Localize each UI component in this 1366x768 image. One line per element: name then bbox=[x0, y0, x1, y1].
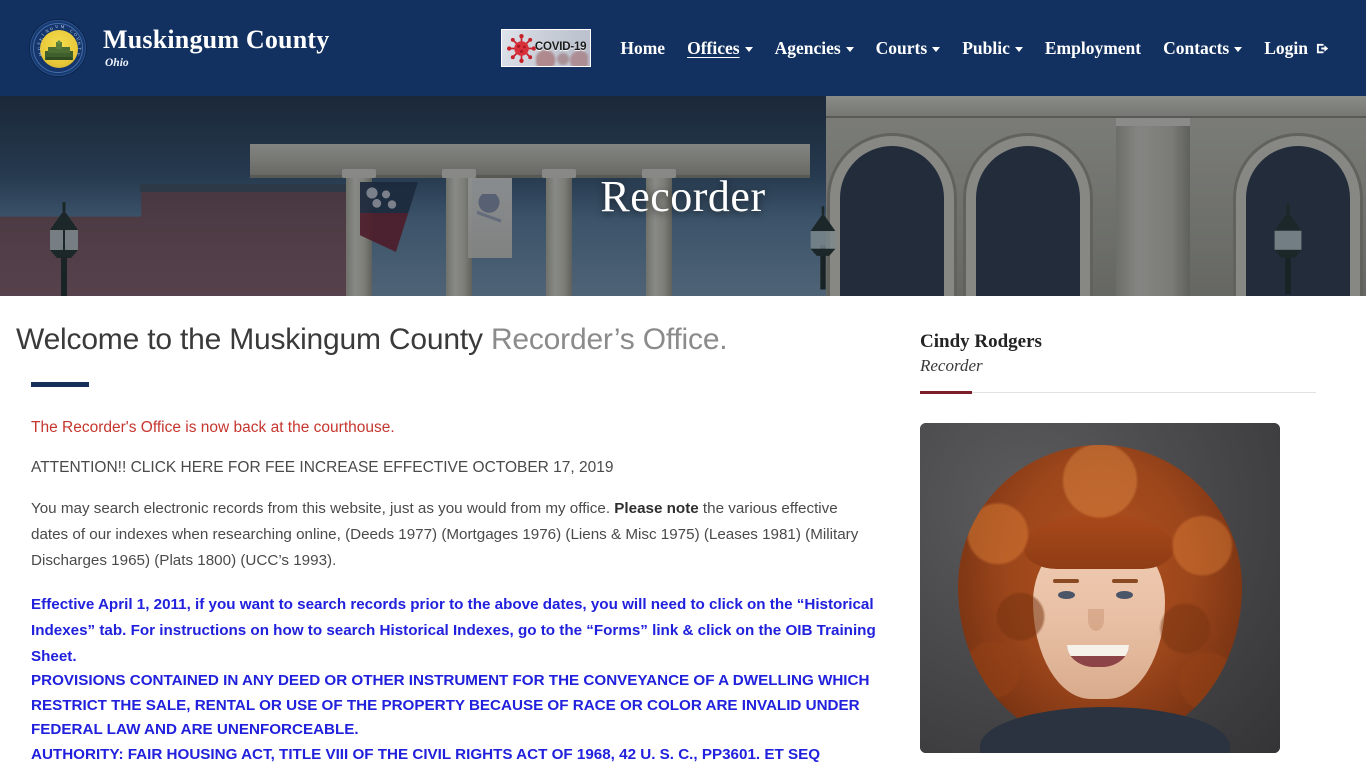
nav-label: Login bbox=[1264, 37, 1308, 58]
official-portrait bbox=[920, 422, 1280, 753]
nav-item-employment[interactable]: Employment bbox=[1034, 32, 1152, 65]
please-note-bold: Please note bbox=[614, 500, 699, 518]
nav-label: Courts bbox=[875, 37, 928, 58]
nav-item-agencies[interactable]: Agencies bbox=[764, 32, 865, 65]
official-name: Cindy Rodgers bbox=[920, 331, 1042, 352]
chevron-down-icon bbox=[744, 47, 753, 52]
page-title: Recorder bbox=[600, 171, 766, 221]
sidebar-accent-rule bbox=[920, 390, 1316, 394]
nav-item-login[interactable]: Login bbox=[1253, 32, 1342, 65]
nav-label: Employment bbox=[1044, 37, 1142, 58]
page-body: Welcome to the Muskingum County Recorder… bbox=[0, 296, 1366, 768]
official-role: Recorder bbox=[920, 355, 983, 375]
site-title: Muskingum County bbox=[103, 24, 330, 54]
nav-label: Home bbox=[620, 37, 666, 58]
fair-housing-authority: AUTHORITY: FAIR HOUSING ACT, TITLE VIII … bbox=[31, 745, 821, 763]
covid-19-label: COVID-19 bbox=[534, 41, 587, 53]
nav-item-home[interactable]: Home bbox=[609, 32, 676, 65]
coronavirus-icon bbox=[507, 34, 537, 63]
county-seal-icon: MUSKINGUM COUNTY bbox=[30, 20, 86, 76]
sign-in-icon bbox=[1316, 41, 1331, 56]
site-header: MUSKINGUM COUNTY Muskingum County Ohio C… bbox=[0, 0, 1366, 96]
chevron-down-icon bbox=[845, 47, 854, 52]
nav-label: Agencies bbox=[774, 37, 841, 58]
fee-increase-link[interactable]: ATTENTION!! CLICK HERE FOR FEE INCREASE … bbox=[31, 456, 890, 480]
site-subtitle: Ohio bbox=[105, 56, 129, 69]
search-records-part-1: You may search electronic records from t… bbox=[31, 500, 615, 518]
nav-label: Contacts bbox=[1163, 37, 1230, 58]
nav-item-courts[interactable]: Courts bbox=[865, 32, 952, 65]
page-hero: Recorder bbox=[0, 96, 1366, 296]
heading-accent-rule bbox=[31, 382, 89, 387]
brand[interactable]: MUSKINGUM COUNTY Muskingum County Ohio bbox=[30, 20, 329, 76]
main-navigation: Home Offices Agencies Courts Public Empl… bbox=[609, 32, 1342, 65]
chevron-down-icon bbox=[932, 47, 941, 52]
main-content: Welcome to the Muskingum County Recorder… bbox=[0, 296, 920, 768]
fair-housing-provisions: PROVISIONS CONTAINED IN ANY DEED OR OTHE… bbox=[31, 672, 870, 739]
nav-item-offices[interactable]: Offices bbox=[676, 32, 763, 65]
office-reopen-notice: The Recorder's Office is now back at the… bbox=[31, 419, 395, 436]
nav-item-contacts[interactable]: Contacts bbox=[1152, 32, 1253, 65]
chevron-down-icon bbox=[1234, 47, 1243, 52]
nav-label: Public bbox=[962, 37, 1010, 58]
nav-label: Offices bbox=[687, 37, 740, 58]
search-records-paragraph: You may search electronic records from t… bbox=[31, 496, 876, 574]
welcome-heading: Welcome to the Muskingum County Recorder… bbox=[16, 322, 890, 358]
welcome-heading-light: Recorder’s Office. bbox=[490, 323, 728, 356]
chevron-down-icon bbox=[1014, 47, 1023, 52]
nav-item-public[interactable]: Public bbox=[951, 32, 1034, 65]
welcome-heading-strong: Welcome to the Muskingum County bbox=[16, 323, 483, 356]
historical-indexes-notice: Effective April 1, 2011, if you want to … bbox=[31, 596, 876, 665]
covid-19-banner[interactable]: COVID-19 bbox=[501, 29, 592, 67]
sidebar: Cindy Rodgers Recorder bbox=[920, 296, 1366, 768]
